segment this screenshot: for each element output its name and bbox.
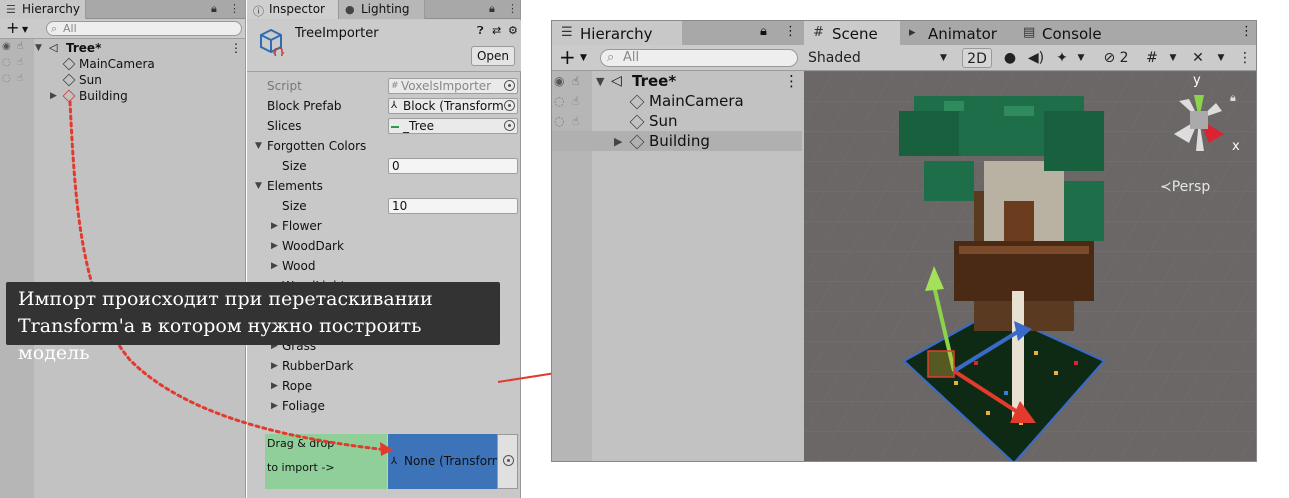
tab-console[interactable]: ▤ Console [1014,21,1124,45]
tab-scene[interactable]: # Scene [804,21,900,45]
persp-icon: ≺ [1160,179,1172,195]
hierarchy-item-sun[interactable]: ◌ ☝ Sun [552,111,802,131]
hidden-objects-toggle[interactable]: ⊘ 2 [1094,48,1138,68]
list-icon: ☰ [561,25,573,40]
lock-icon[interactable]: 🔒︎ [760,24,767,39]
tab-animator[interactable]: ▸ Animator [900,21,1014,45]
pick-disabled-icon[interactable]: ☝ [572,111,579,131]
add-icon[interactable]: + [559,46,576,68]
pick-icon[interactable]: ☝ [572,71,579,91]
search-icon: ⌕ [607,50,615,65]
gizmo-y-label: y [1193,73,1201,88]
tools-icon[interactable]: ✕ [1188,48,1208,68]
scene-tabbar: # Scene ▸ Animator ▤ Console ⋮ [804,21,1256,45]
menu-icon[interactable]: ⋮ [784,24,797,39]
more-icon[interactable]: ⋮ [784,71,799,91]
gameobject-icon [629,94,645,110]
eye-icon[interactable]: ◉ [554,71,564,91]
shading-mode-dropdown[interactable]: Shaded ▼ [808,48,948,68]
annotation-box: Импорт происходит при перетаскивании Tra… [6,282,500,364]
lock-icon: 🔒︎ [1230,91,1236,104]
expand-arrow-icon[interactable]: ▼ [596,72,604,92]
tab-hierarchy-large[interactable]: ☰ Hierarchy [552,21,682,45]
gizmo-plane-handle [927,350,955,378]
hierarchy-item-maincamera[interactable]: ◌ ☝ MainCamera [552,91,802,111]
chevron-down-icon: ▼ [940,53,947,63]
editor-window: ☰ Hierarchy 🔒︎ ⋮ # Scene ▸ Animator ▤ Co… [551,20,1257,462]
scene-viewport[interactable]: 🔒︎ y x ≺Persp [804,71,1256,461]
hierarchy-item-building[interactable]: ▶ Building [552,131,802,151]
drag-arrow-head [380,442,393,456]
gameobject-icon [629,134,645,150]
gizmo-x-label: x [1232,139,1240,154]
eye-hidden-icon[interactable]: ◌ [554,111,564,131]
scene-render: 🔒︎ [804,71,1256,461]
hierarchy-item-tree[interactable]: ◉ ☝ ▼ ◁ Tree* ⋮ [552,71,802,91]
eye-slash-icon: ⊘ [1103,50,1116,66]
chevron-down-icon[interactable]: ▼ [1166,48,1180,68]
effects-toggle-icon[interactable]: ✦ [1052,48,1072,68]
toggle-2d-button[interactable]: 2D [962,48,992,68]
unity-scene-icon: ◁ [611,73,622,89]
console-icon: ▤ [1023,25,1036,40]
persp-label[interactable]: ≺Persp [1160,179,1210,195]
grid-icon: # [813,25,824,40]
hierarchy-toolbar-large: + ▼ ⌕ All [552,45,804,71]
menu-icon[interactable]: ⋮ [1240,24,1253,39]
rope-ladder [1012,291,1024,421]
lighting-toggle-icon[interactable]: ● [1000,48,1020,68]
chevron-down-icon[interactable]: ▼ [580,53,587,63]
menu-icon[interactable]: ⋮ [1238,48,1252,68]
search-input[interactable]: ⌕ All [600,49,798,67]
animator-icon: ▸ [909,25,916,40]
expand-arrow-icon[interactable]: ▶ [614,132,622,152]
eye-hidden-icon[interactable]: ◌ [554,91,564,111]
pick-disabled-icon[interactable]: ☝ [572,91,579,111]
audio-toggle-icon[interactable]: ◀) [1026,48,1046,68]
gameobject-icon [629,114,645,130]
grid-snap-icon[interactable]: # [1142,48,1162,68]
hierarchy-tabbar-large: ☰ Hierarchy 🔒︎ ⋮ [552,21,804,45]
chevron-down-icon[interactable]: ▼ [1214,48,1228,68]
chevron-down-icon[interactable]: ▼ [1074,48,1088,68]
drag-path [68,100,389,452]
scene-toolbar: Shaded ▼ 2D ● ◀) ✦ ▼ ⊘ 2 # ▼ ✕ ▼ ⋮ [804,45,1256,71]
